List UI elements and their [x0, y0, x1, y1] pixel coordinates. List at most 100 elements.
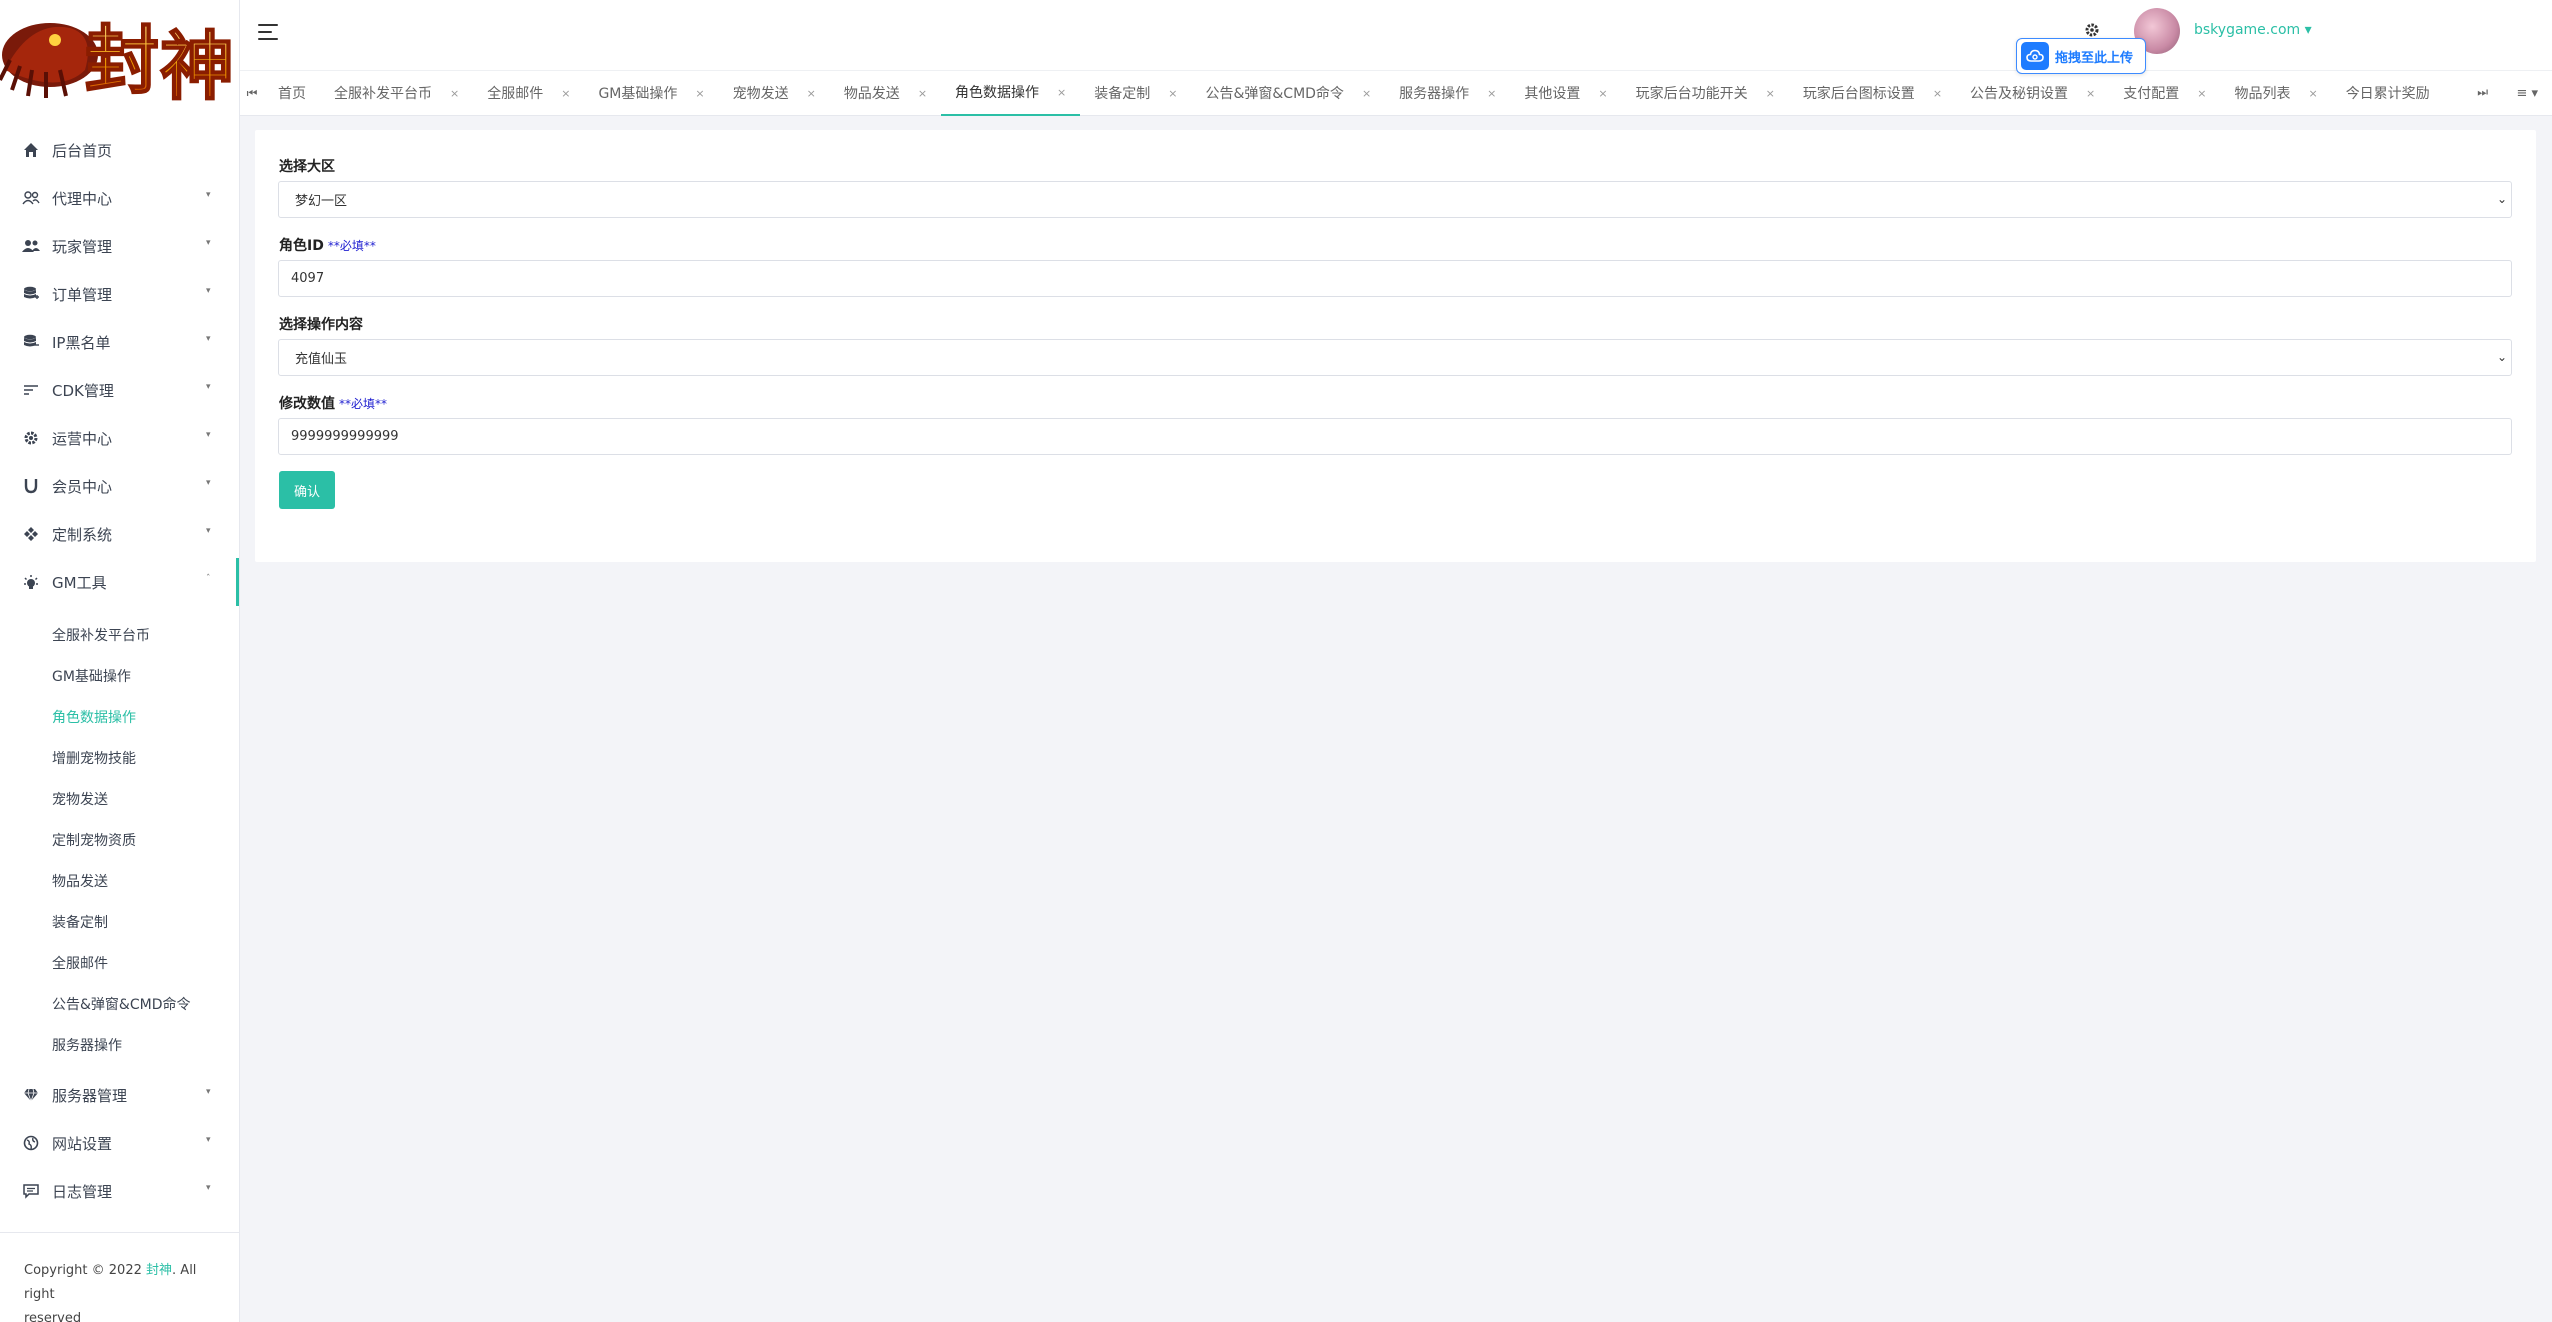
amount-value: 9999999999999 — [291, 429, 399, 444]
tab[interactable]: 宠物发送 × — [719, 70, 830, 116]
sidebar-item-gm-tools[interactable]: GM工具 ˆ — [0, 558, 239, 606]
tab-active[interactable]: 角色数据操作 × — [941, 70, 1081, 116]
tabs-scroll-right-icon[interactable]: ⏭ — [2477, 85, 2488, 100]
submenu-item[interactable]: 全服补发平台币 — [0, 614, 239, 655]
required-mark: **必填** — [327, 239, 376, 253]
close-icon[interactable]: × — [1487, 87, 1496, 100]
tab-label: GM基础操作 — [598, 86, 678, 102]
sidebar-item-members[interactable]: 会员中心 ▾ — [0, 462, 239, 510]
close-icon[interactable]: × — [2197, 87, 2206, 100]
tab[interactable]: 服务器操作 × — [1385, 70, 1510, 116]
sidebar-item-cdk[interactable]: CDK管理 ▾ — [0, 366, 239, 414]
close-icon[interactable]: × — [1933, 87, 1942, 100]
sidebar-item-home[interactable]: 后台首页 — [0, 126, 239, 174]
close-icon[interactable]: × — [807, 87, 816, 100]
sidebar-item-site-settings[interactable]: 网站设置 ▾ — [0, 1119, 239, 1167]
tab-label: 全服邮件 — [487, 86, 544, 102]
tabs-scroll-left-icon[interactable]: ⏮ — [240, 86, 264, 101]
confirm-button[interactable]: 确认 — [279, 471, 335, 509]
amount-label-text: 修改数值 — [279, 396, 335, 412]
submenu-item[interactable]: 服务器操作 — [0, 1024, 239, 1065]
submenu-item[interactable]: 宠物发送 — [0, 778, 239, 819]
close-icon[interactable]: × — [695, 87, 704, 100]
submenu-item[interactable]: 公告&弹窗&CMD命令 — [0, 983, 239, 1024]
role-id-input[interactable]: 4097 — [278, 260, 2512, 297]
submenu-item[interactable]: GM基础操作 — [0, 655, 239, 696]
globe-icon — [22, 1134, 40, 1152]
tab[interactable]: 其他设置 × — [1510, 70, 1621, 116]
chevron-down-icon: ▾ — [206, 1135, 211, 1145]
cloud-upload-icon — [2021, 42, 2049, 70]
sidebar-item-operations[interactable]: 运营中心 ▾ — [0, 414, 239, 462]
tab-label: 公告及秘钥设置 — [1970, 86, 2069, 102]
tab-bar: ⏮ 首页 全服补发平台币 × 全服邮件 × GM基础操作 × 宠物发送 × 物品发送 × … — [240, 70, 2552, 116]
chevron-down-icon: ▾ — [206, 286, 211, 296]
tab[interactable]: 公告及秘钥设置 × — [1956, 70, 2109, 116]
tab[interactable]: 装备定制 × — [1080, 70, 1191, 116]
close-icon[interactable]: × — [1362, 87, 1371, 100]
copyright-brand-link[interactable]: 封神 — [146, 1263, 172, 1278]
close-icon[interactable]: × — [1168, 87, 1177, 100]
sidebar-item-orders[interactable]: 订单管理 ▾ — [0, 270, 239, 318]
tab[interactable]: 全服补发平台币 × — [320, 70, 473, 116]
submenu-item[interactable]: 增删宠物技能 — [0, 737, 239, 778]
sidebar-item-custom[interactable]: 定制系统 ▾ — [0, 510, 239, 558]
settings-icon[interactable] — [2084, 22, 2100, 38]
close-icon[interactable]: × — [450, 87, 459, 100]
menu-toggle-icon[interactable] — [258, 24, 278, 40]
submenu-item-active[interactable]: 角色数据操作 — [0, 696, 239, 737]
sidebar-item-servers[interactable]: 服务器管理 ▾ — [0, 1071, 239, 1119]
logo[interactable]: 封 神 — [0, 0, 239, 112]
tab[interactable]: 公告&弹窗&CMD命令 × — [1191, 70, 1385, 116]
copyright: Copyright © 2022 封神. All right reserved — [0, 1232, 240, 1322]
tab[interactable]: 玩家后台图标设置 × — [1789, 70, 1956, 116]
submenu-item[interactable]: 全服邮件 — [0, 942, 239, 983]
tab-label: 装备定制 — [1094, 86, 1151, 102]
tabs-menu-icon[interactable]: ≡ ▾ — [2516, 86, 2538, 101]
tab[interactable]: 全服邮件 × — [473, 70, 584, 116]
submenu-item[interactable]: 物品发送 — [0, 860, 239, 901]
diamond-icon — [22, 1086, 40, 1104]
tab[interactable]: GM基础操作 × — [584, 70, 718, 116]
svg-text:神: 神 — [160, 24, 234, 110]
tab[interactable]: 支付配置 × — [2109, 70, 2220, 116]
tab[interactable]: 玩家后台功能开关 × — [1622, 70, 1789, 116]
copyright-line2: reserved — [24, 1311, 82, 1322]
chevron-down-icon: ▾ — [206, 526, 211, 536]
tab[interactable]: 物品发送 × — [830, 70, 941, 116]
sidebar-item-label: 日志管理 — [52, 1182, 113, 1201]
users-outline-icon — [22, 189, 40, 207]
tab-label: 物品发送 — [843, 86, 900, 102]
region-select[interactable]: 梦幻一区 ⌄ — [278, 181, 2512, 218]
sidebar-item-label: 运营中心 — [52, 429, 113, 448]
role-id-value: 4097 — [291, 271, 325, 286]
close-icon[interactable]: × — [1766, 87, 1775, 100]
amount-input[interactable]: 9999999999999 — [278, 418, 2512, 455]
tab[interactable]: 今日累计奖励 — [2332, 70, 2444, 116]
magnet-icon — [22, 477, 40, 495]
sidebar-item-agent[interactable]: 代理中心 ▾ — [0, 174, 239, 222]
close-icon[interactable]: × — [1598, 87, 1607, 100]
close-icon[interactable]: × — [2308, 87, 2317, 100]
upload-button[interactable]: 拖拽至此上传 — [2016, 38, 2146, 74]
chevron-down-icon: ▾ — [206, 190, 211, 200]
database-icon — [22, 285, 40, 303]
submenu-item[interactable]: 定制宠物资质 — [0, 819, 239, 860]
close-icon[interactable]: × — [561, 87, 570, 100]
username-dropdown[interactable]: bskygame.com ▾ — [2194, 22, 2312, 38]
operation-select[interactable]: 充值仙玉 ⌄ — [278, 339, 2512, 376]
submenu-item[interactable]: 装备定制 — [0, 901, 239, 942]
sidebar-item-logs[interactable]: 日志管理 ▾ — [0, 1167, 239, 1215]
tab[interactable]: 物品列表 × — [2220, 70, 2331, 116]
chevron-down-icon: ▾ — [206, 238, 211, 248]
close-icon[interactable]: × — [918, 87, 927, 100]
tab-home[interactable]: 首页 — [264, 70, 320, 116]
logo-image: 封 神 — [0, 17, 235, 111]
close-icon[interactable]: × — [1057, 86, 1066, 99]
comment-icon — [22, 1182, 40, 1200]
chevron-down-icon: ▾ — [206, 1087, 211, 1097]
region-label: 选择大区 — [279, 159, 335, 175]
close-icon[interactable]: × — [2086, 87, 2095, 100]
sidebar-item-ip-blacklist[interactable]: IP黑名单 ▾ — [0, 318, 239, 366]
sidebar-item-players[interactable]: 玩家管理 ▾ — [0, 222, 239, 270]
